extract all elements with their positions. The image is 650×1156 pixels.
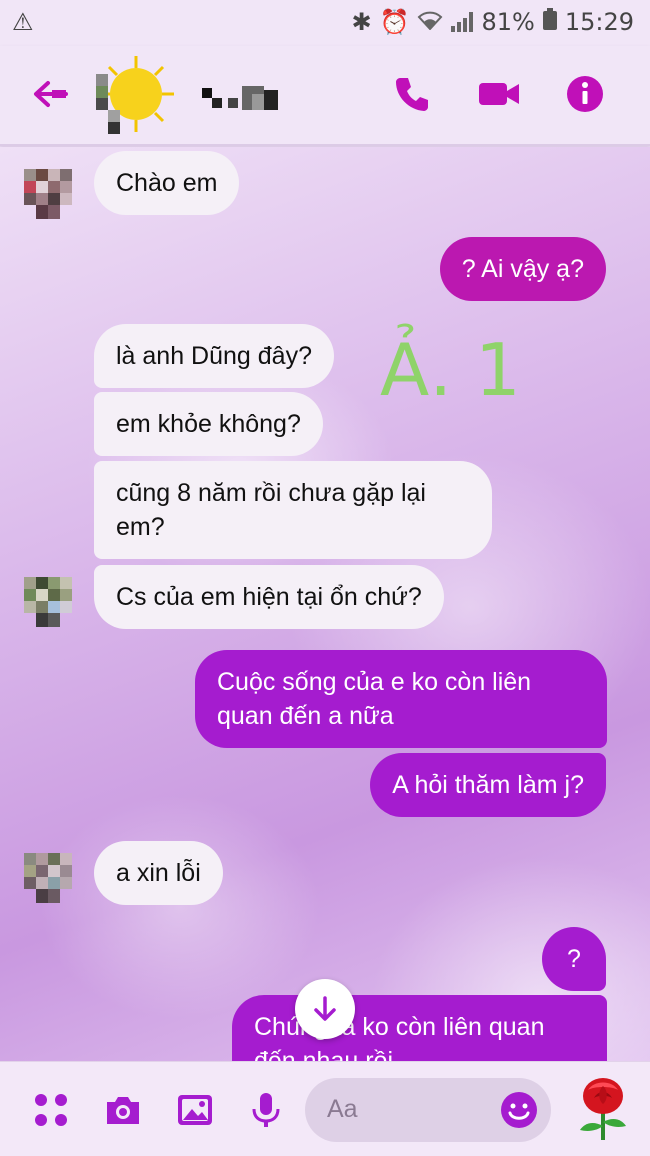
arrow-down-icon bbox=[314, 996, 336, 1021]
sender-avatar[interactable] bbox=[24, 169, 72, 219]
sender-avatar[interactable] bbox=[24, 577, 72, 627]
phone-icon[interactable] bbox=[392, 74, 432, 114]
message-outgoing[interactable]: Chúng ta ko còn liên quan đến nhau rồi bbox=[232, 995, 607, 1061]
warning-icon: ⚠ bbox=[12, 8, 34, 36]
message-list[interactable]: Chào em ? Ai vậy ạ? là anh Dũng đây? Ả. … bbox=[0, 147, 650, 1061]
signal-icon bbox=[451, 12, 474, 32]
rose-icon[interactable] bbox=[574, 1076, 632, 1142]
message-incoming[interactable]: là anh Dũng đây? bbox=[94, 324, 334, 388]
message-incoming[interactable]: Chào em bbox=[94, 151, 240, 215]
battery-percent: 81% bbox=[481, 8, 535, 36]
sender-avatar[interactable] bbox=[24, 853, 72, 903]
annotation-sticker: Ả. 1 bbox=[380, 324, 521, 407]
message-outgoing[interactable]: ? Ai vậy ạ? bbox=[439, 237, 606, 301]
microphone-icon[interactable] bbox=[246, 1090, 286, 1130]
camera-icon[interactable] bbox=[103, 1090, 143, 1130]
emoji-icon[interactable] bbox=[499, 1090, 539, 1130]
contact-name-pixelated[interactable] bbox=[202, 84, 282, 112]
wifi-icon bbox=[417, 8, 443, 36]
contact-avatar[interactable] bbox=[96, 54, 176, 134]
message-input-placeholder: Aa bbox=[327, 1095, 358, 1123]
scroll-to-bottom-button[interactable] bbox=[295, 979, 355, 1039]
back-arrow-icon[interactable] bbox=[30, 74, 70, 114]
chat-header bbox=[0, 46, 650, 146]
message-outgoing[interactable]: Cuộc sống của e ko còn liên quan đến a n… bbox=[195, 650, 607, 748]
message-incoming[interactable]: a xin lỗi bbox=[94, 841, 223, 905]
alarm-icon: ⏰ bbox=[379, 8, 410, 36]
message-input[interactable]: Aa bbox=[305, 1078, 551, 1142]
status-icons: ✱ ⏰ 81% 15:29 bbox=[351, 8, 634, 36]
apps-grid-icon[interactable] bbox=[31, 1090, 71, 1130]
video-camera-icon[interactable] bbox=[477, 74, 521, 114]
message-incoming[interactable]: cũng 8 năm rồi chưa gặp lại em? bbox=[94, 461, 492, 559]
message-outgoing[interactable]: A hỏi thăm làm j? bbox=[370, 753, 606, 817]
message-incoming[interactable]: em khỏe không? bbox=[94, 392, 323, 456]
image-icon[interactable] bbox=[175, 1090, 215, 1130]
status-bar: ⚠ ✱ ⏰ 81% 15:29 bbox=[0, 0, 650, 46]
info-icon[interactable] bbox=[565, 74, 605, 114]
battery-icon bbox=[542, 8, 557, 36]
composer-bar: Aa bbox=[0, 1061, 650, 1156]
clock: 15:29 bbox=[564, 8, 634, 36]
message-outgoing[interactable]: ? bbox=[542, 927, 606, 991]
annotation-text: Ả. 1 bbox=[380, 324, 521, 407]
bluetooth-icon: ✱ bbox=[351, 8, 372, 36]
message-incoming[interactable]: Cs của em hiện tại ổn chứ? bbox=[94, 565, 444, 629]
